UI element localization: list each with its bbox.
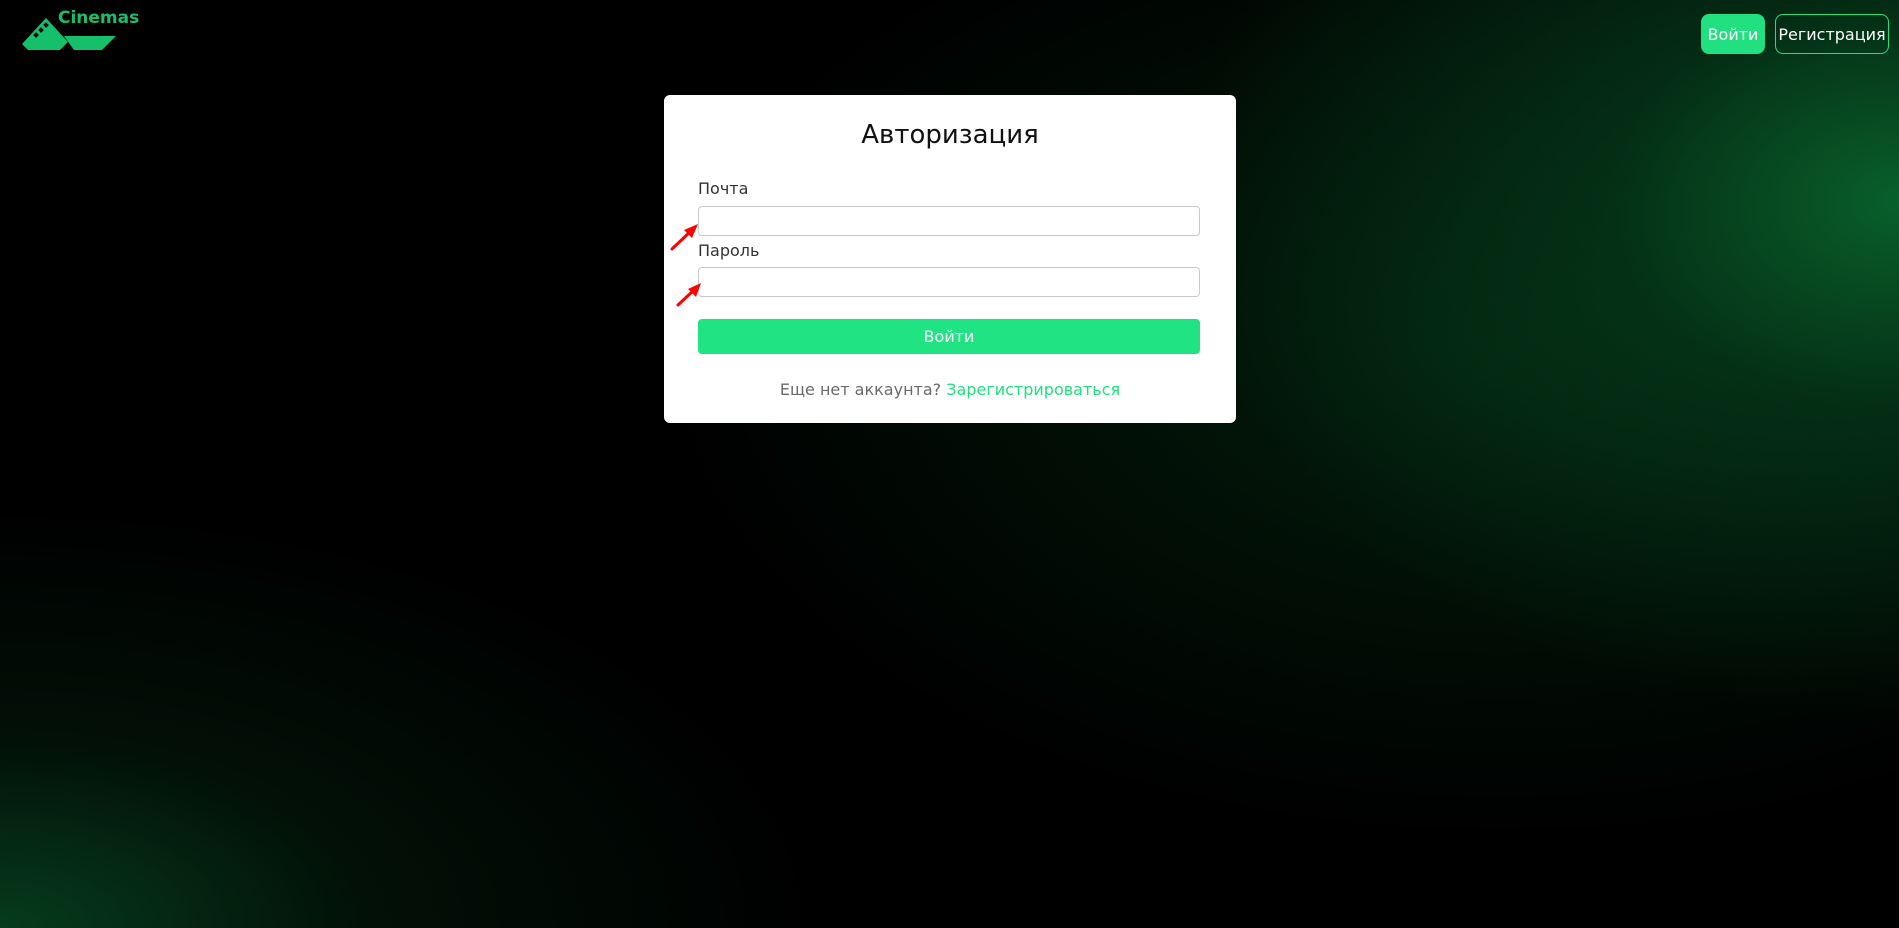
email-label: Почта <box>698 179 749 198</box>
login-submit-button[interactable]: Войти <box>698 319 1200 354</box>
brand-name: Cinemas <box>58 8 140 28</box>
email-field[interactable] <box>698 206 1200 236</box>
password-label: Пароль <box>698 241 760 260</box>
register-prompt: Еще нет аккаунта? Зарегистрироваться <box>664 380 1236 399</box>
brand-logo[interactable]: Cinemas <box>20 8 139 54</box>
header-register-button[interactable]: Регистрация <box>1775 14 1889 54</box>
password-field[interactable] <box>698 267 1200 297</box>
auth-title: Авторизация <box>861 120 1039 150</box>
register-prompt-text: Еще нет аккаунта? <box>779 380 942 399</box>
red-arrow-icon <box>670 224 698 251</box>
header-login-button[interactable]: Войти <box>1701 14 1765 54</box>
register-link[interactable]: Зарегистрироваться <box>946 380 1120 399</box>
red-arrow-icon <box>676 283 701 307</box>
auth-card: Авторизация Почта Пароль Войти Еще нет а… <box>664 95 1236 423</box>
